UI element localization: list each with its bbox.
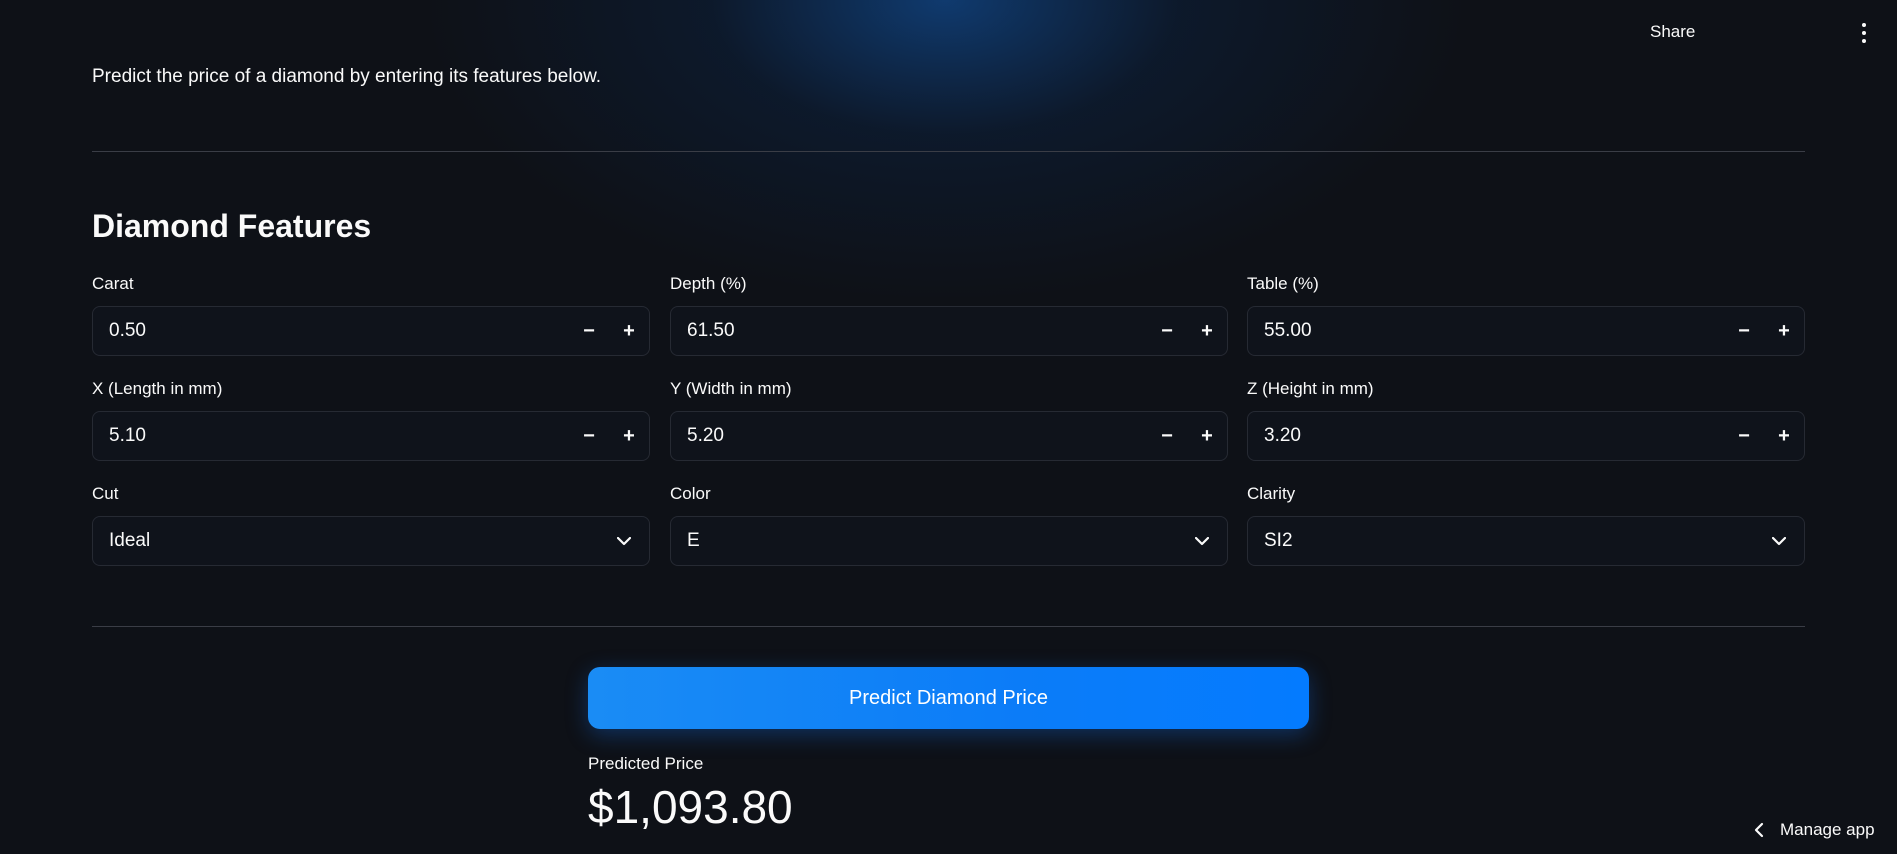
carat-label: Carat: [92, 274, 134, 293]
z-input-box: 3.20 − +: [1247, 411, 1805, 461]
chevron-left-icon: [1754, 822, 1764, 838]
x-label: X (Length in mm): [92, 379, 223, 398]
cut-label: Cut: [92, 484, 119, 503]
color-selected-value: E: [687, 530, 700, 551]
y-field: Y (Width in mm) 5.20 − +: [670, 378, 1228, 461]
carat-field: Carat 0.50 − +: [92, 273, 650, 356]
x-input-box: 5.10 − +: [92, 411, 650, 461]
table-field: Table (%) 55.00 − +: [1247, 273, 1805, 356]
carat-input[interactable]: 0.50: [93, 320, 569, 342]
clarity-field: Clarity SI2: [1247, 483, 1805, 566]
depth-decrement-button[interactable]: −: [1147, 307, 1187, 355]
x-field: X (Length in mm) 5.10 − +: [92, 378, 650, 461]
x-input[interactable]: 5.10: [93, 425, 569, 447]
x-increment-button[interactable]: +: [609, 412, 649, 460]
predict-price-button[interactable]: Predict Diamond Price: [588, 667, 1309, 729]
cut-field: Cut Ideal: [92, 483, 650, 566]
table-input[interactable]: 55.00: [1248, 320, 1724, 342]
chevron-down-icon: [1177, 517, 1227, 565]
section-title: Diamond Features: [92, 208, 372, 244]
predicted-price-value: $1,093.80: [588, 781, 793, 833]
x-decrement-button[interactable]: −: [569, 412, 609, 460]
manage-app-label: Manage app: [1780, 820, 1875, 839]
z-field: Z (Height in mm) 3.20 − +: [1247, 378, 1805, 461]
y-increment-button[interactable]: +: [1187, 412, 1227, 460]
cut-selected-value: Ideal: [109, 530, 151, 551]
y-input-box: 5.20 − +: [670, 411, 1228, 461]
table-input-box: 55.00 − +: [1247, 306, 1805, 356]
depth-input[interactable]: 61.50: [671, 320, 1147, 342]
chevron-down-icon: [599, 517, 649, 565]
table-label: Table (%): [1247, 274, 1319, 293]
clarity-selected-value: SI2: [1264, 530, 1293, 551]
carat-input-box: 0.50 − +: [92, 306, 650, 356]
y-label: Y (Width in mm): [670, 379, 792, 398]
chevron-down-icon: [1754, 517, 1804, 565]
color-label: Color: [670, 484, 711, 503]
depth-label: Depth (%): [670, 274, 747, 293]
more-vertical-icon[interactable]: [1854, 20, 1874, 46]
depth-field: Depth (%) 61.50 − +: [670, 273, 1228, 356]
table-increment-button[interactable]: +: [1764, 307, 1804, 355]
y-input[interactable]: 5.20: [671, 425, 1147, 447]
y-decrement-button[interactable]: −: [1147, 412, 1187, 460]
depth-increment-button[interactable]: +: [1187, 307, 1227, 355]
color-select[interactable]: E: [670, 516, 1228, 566]
share-button[interactable]: Share: [1650, 22, 1695, 42]
manage-app-button[interactable]: Manage app: [1754, 818, 1875, 842]
table-decrement-button[interactable]: −: [1724, 307, 1764, 355]
z-increment-button[interactable]: +: [1764, 412, 1804, 460]
depth-input-box: 61.50 − +: [670, 306, 1228, 356]
z-decrement-button[interactable]: −: [1724, 412, 1764, 460]
clarity-select[interactable]: SI2: [1247, 516, 1805, 566]
carat-increment-button[interactable]: +: [609, 307, 649, 355]
divider-bottom: [92, 626, 1805, 627]
z-label: Z (Height in mm): [1247, 379, 1374, 398]
carat-decrement-button[interactable]: −: [569, 307, 609, 355]
predicted-price-label: Predicted Price: [588, 754, 704, 773]
cut-select[interactable]: Ideal: [92, 516, 650, 566]
z-input[interactable]: 3.20: [1248, 425, 1724, 447]
divider-top: [92, 151, 1805, 152]
color-field: Color E: [670, 483, 1228, 566]
clarity-label: Clarity: [1247, 484, 1296, 503]
page-subtitle: Predict the price of a diamond by enteri…: [92, 66, 602, 87]
